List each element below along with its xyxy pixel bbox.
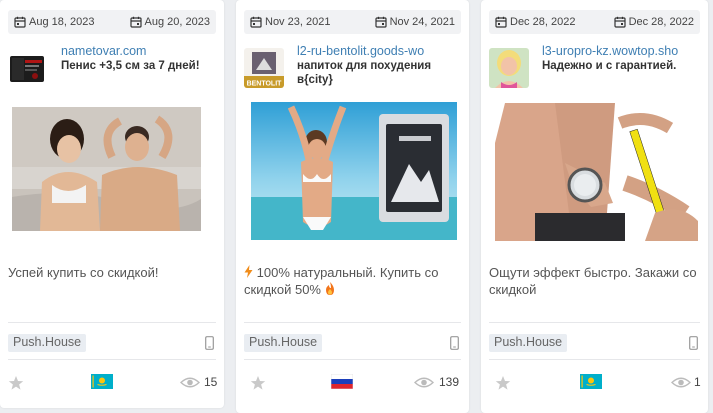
ad-icon-image [8,48,48,88]
smartphone-icon [450,336,459,350]
ad-body-text: 100% натуральный. Купить со скидкой 50% [244,264,461,298]
date-end-text: Aug 20, 2023 [144,16,210,28]
date-range: Dec 28, 2022 Dec 28, 2022 [489,10,700,34]
ad-header: BENTOLIT l2-ru-bentolit.goods-wo напиток… [244,44,463,94]
divider [489,322,700,323]
date-end-text: Nov 24, 2021 [389,16,455,28]
divider [244,359,461,360]
star-icon[interactable] [8,375,24,391]
card-footer: 15 [0,368,224,398]
calendar-icon [14,16,26,28]
ad-network-badge[interactable]: Push.House [489,334,568,352]
date-range: Aug 18, 2023 Aug 20, 2023 [8,10,216,34]
smartphone-icon [689,336,698,350]
star-icon[interactable] [250,375,266,391]
calendar-icon [129,16,142,28]
ad-body-text: Успей купить со скидкой! [8,265,159,280]
ad-creative-image[interactable] [495,103,698,241]
views-count: 1 [694,375,701,389]
star-icon[interactable] [495,375,511,391]
bentolit-logo-text: BENTOLIT [247,81,283,88]
divider [489,359,700,360]
ad-header: nametovar.com Пенис +3,5 см за 7 дней! [8,44,218,94]
ad-domain-link[interactable]: l2-ru-bentolit.goods-wo [297,44,463,58]
divider [244,322,461,323]
views-count: 15 [204,375,218,389]
date-first-seen: Dec 28, 2022 [495,16,575,28]
date-last-seen: Aug 20, 2023 [129,16,210,28]
date-range: Nov 23, 2021 Nov 24, 2021 [244,10,461,34]
ad-card[interactable]: Dec 28, 2022 Dec 28, 2022 l3-uropro-kz.w… [481,0,708,413]
ad-network-badge[interactable]: Push.House [8,334,87,352]
date-first-seen: Aug 18, 2023 [14,16,94,28]
ad-icon-image [489,48,529,88]
eye-icon [671,377,691,388]
date-start-text: Dec 28, 2022 [510,16,576,28]
calendar-icon [374,16,387,28]
calendar-icon [250,16,262,28]
date-end-text: Dec 28, 2022 [628,16,694,28]
divider [8,359,216,360]
date-first-seen: Nov 23, 2021 [250,16,330,28]
ad-creative-image[interactable] [251,102,457,240]
ad-body-text: Ощути эффект быстро. Закажи со скидкой [489,265,697,297]
divider [8,322,216,323]
smartphone-icon [205,336,214,350]
views-count: 139 [439,375,460,389]
date-start-text: Aug 18, 2023 [29,16,95,28]
date-last-seen: Nov 24, 2021 [374,16,455,28]
card-footer: 1 [481,368,708,398]
ad-title: напиток для похудения в{city} [297,60,432,86]
calendar-icon [613,16,626,28]
ad-domain-link[interactable]: l3-uropro-kz.wowtop.sho [542,44,702,58]
lightning-icon [244,265,253,278]
ad-header: l3-uropro-kz.wowtop.sho Надежно и с гара… [489,44,702,94]
ad-title: Надежно и с гарантией. [542,60,677,72]
ad-domain-link[interactable]: nametovar.com [61,44,218,58]
ads-grid: Aug 18, 2023 Aug 20, 2023 nametovar.com … [0,0,713,413]
ad-icon-image: BENTOLIT [244,48,284,88]
ad-network-badge[interactable]: Push.House [244,334,323,352]
eye-icon [414,377,434,388]
kazakhstan-flag-icon [580,374,602,389]
card-footer: 139 [236,368,469,398]
eye-icon [180,377,200,388]
ad-card[interactable]: Nov 23, 2021 Nov 24, 2021 BENTOLIT l2-ru… [236,0,469,413]
ad-card[interactable]: Aug 18, 2023 Aug 20, 2023 nametovar.com … [0,0,224,408]
calendar-icon [495,16,507,28]
ad-title: Пенис +3,5 см за 7 дней! [61,60,200,72]
fire-icon [325,282,334,295]
ad-body-text-content: 100% натуральный. Купить со скидкой 50% [244,265,439,297]
kazakhstan-flag-icon [91,374,113,389]
date-start-text: Nov 23, 2021 [265,16,331,28]
ad-creative-image[interactable] [12,107,201,231]
date-last-seen: Dec 28, 2022 [613,16,694,28]
russia-flag-icon [331,374,353,389]
